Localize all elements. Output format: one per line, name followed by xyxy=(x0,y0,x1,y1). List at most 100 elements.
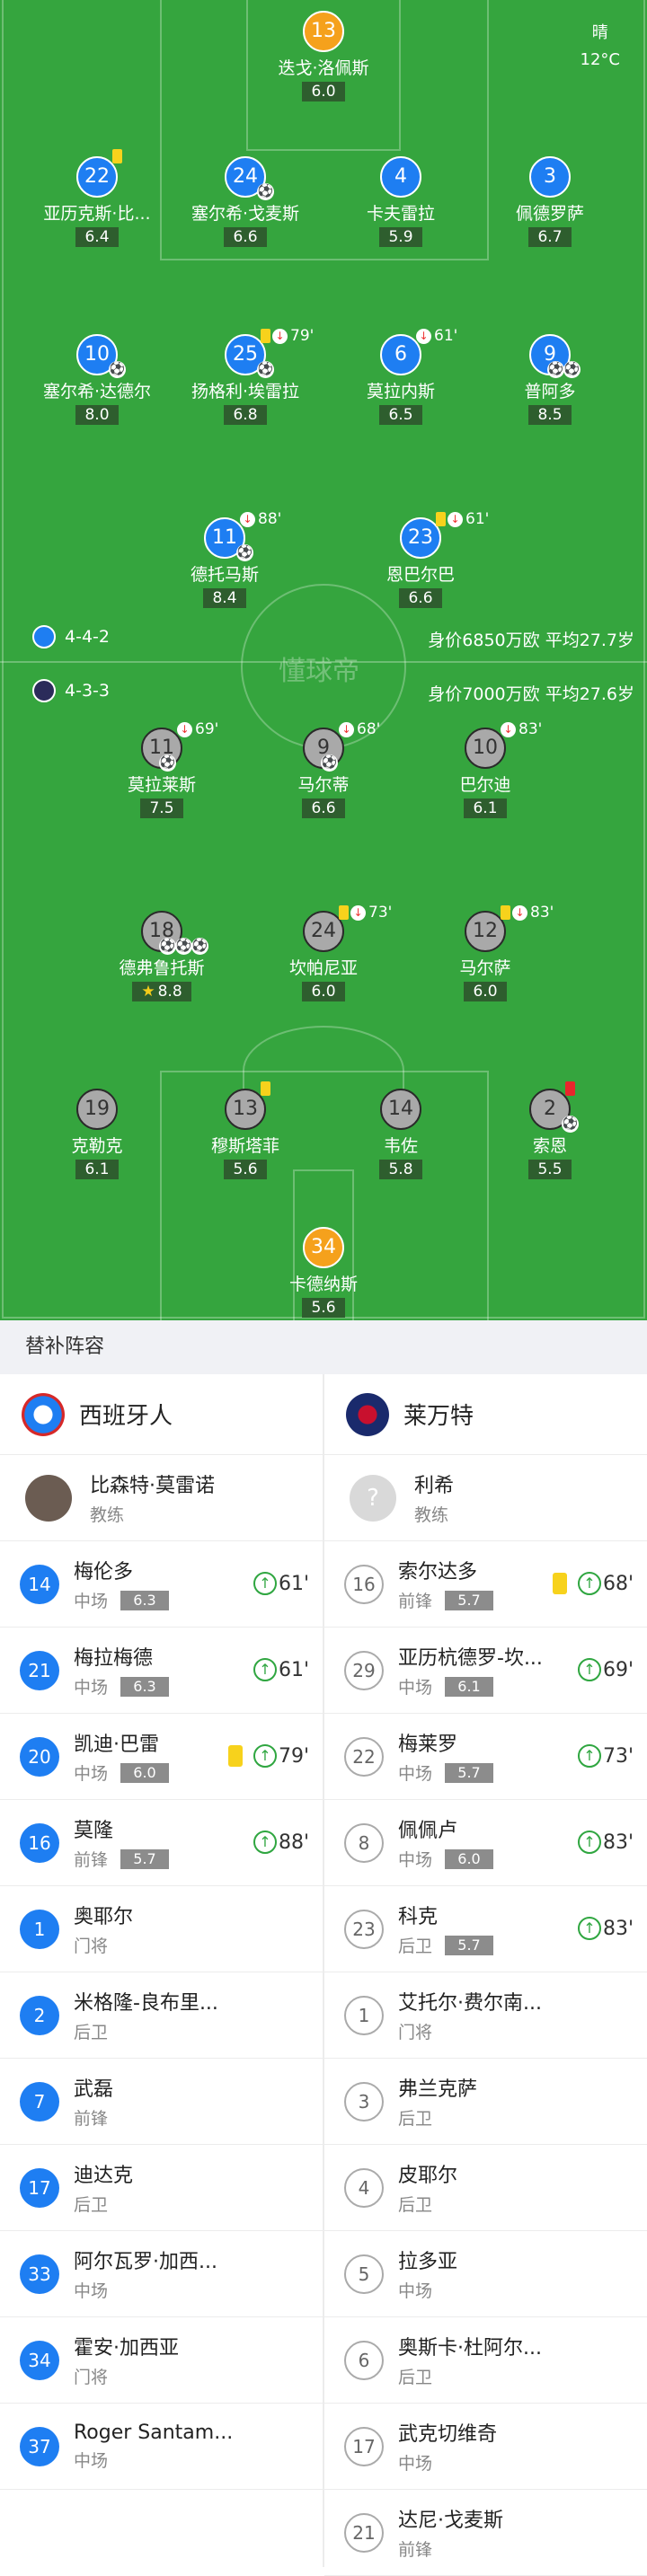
sub-player-row[interactable]: 23 科克 后卫 5.7 ↑ 83' xyxy=(324,1886,647,1972)
sub-player-row[interactable]: 6 奥斯卡·杜阿尔... 后卫 xyxy=(324,2317,647,2404)
position-line: 中场 6.0 xyxy=(74,1760,170,1785)
player-name: 莫隆 xyxy=(74,1820,114,1842)
team-name: 西班牙人 xyxy=(79,1403,173,1430)
position: 中场 xyxy=(74,2450,109,2471)
sub-player-row[interactable]: 5 拉多亚 中场 xyxy=(324,2231,647,2317)
player-name: 亚历杭德罗-坎... xyxy=(398,1647,543,1670)
player-name: 穆斯塔菲 xyxy=(210,1136,279,1156)
shirt-number: 21 xyxy=(344,2512,384,2553)
sub-player-row[interactable]: 7 武磊 前锋 xyxy=(0,2059,324,2145)
player-marker[interactable]: 24 ⚽ 塞尔希·戈麦斯 6.6 xyxy=(155,156,335,247)
sub-player-row[interactable]: 21 梅拉梅德 中场 6.3 ↑ 61' xyxy=(0,1628,324,1714)
player-marker[interactable]: 25 ↓ 79' ⚽ 扬格利·埃雷拉 6.8 xyxy=(155,327,335,425)
sub-on-indicator: ↑ 61' xyxy=(253,1572,309,1595)
sub-player-row[interactable]: 22 梅莱罗 中场 5.7 ↑ 73' xyxy=(324,1714,647,1800)
assist-icon: ⚽ xyxy=(191,938,208,955)
sub-player-row[interactable]: 16 索尔达多 前锋 5.7 ↑ 68' xyxy=(324,1541,647,1628)
away-sub-list: 16 索尔达多 前锋 5.7 ↑ 68' 29 亚历杭德罗-坎... 中场 6.1 ↑ 69' 22 梅莱… xyxy=(324,1541,647,2576)
position: 后卫 xyxy=(398,2368,433,2387)
sub-player-row[interactable]: 21 达尼·戈麦斯 前锋 xyxy=(324,2490,647,2576)
player-marker[interactable]: 24 ↓ 73' 坎帕尼亚 6.0 xyxy=(234,904,413,1001)
own-goal-icon: ⚽ xyxy=(562,1116,579,1133)
player-marker[interactable]: 34 卡德纳斯 5.6 xyxy=(234,1227,413,1318)
home-formation: 4-4-2 xyxy=(32,625,110,648)
sub-off-time: 73' xyxy=(368,904,393,922)
levante-logo-icon xyxy=(346,1392,389,1436)
player-marker[interactable]: 18 ⚽ ⚽ ⚽ 德弗鲁托斯 ★ 8.8 xyxy=(72,911,252,1001)
player-marker[interactable]: 2 ⚽ 索恩 5.5 xyxy=(460,1081,640,1179)
best-player-star-icon: ★ xyxy=(141,983,155,1001)
sub-player-row[interactable]: 17 武克切维奇 中场 xyxy=(324,2404,647,2490)
player-name: 奥斯卡·杜阿尔... xyxy=(398,2337,542,2360)
player-marker[interactable]: 11 ↓ 88' ⚽ 德托马斯 8.4 xyxy=(135,510,315,608)
sub-player-row[interactable]: 29 亚历杭德罗-坎... 中场 6.1 ↑ 69' xyxy=(324,1628,647,1714)
player-rating: 8.4 xyxy=(203,588,246,608)
player-rating: 5.9 xyxy=(379,227,422,247)
position: 后卫 xyxy=(398,1936,433,1956)
player-name: 拉多亚 xyxy=(398,2251,458,2273)
player-marker[interactable]: 12 ↓ 83' 马尔萨 6.0 xyxy=(395,904,575,1001)
player-marker[interactable]: 11 ↓ 69' ⚽ 莫拉莱斯 7.5 xyxy=(72,720,252,818)
player-marker[interactable]: 13 迭戈·洛佩斯 6.0 xyxy=(234,11,413,101)
player-name: 武克切维奇 xyxy=(398,2423,498,2446)
position-line: 中场 xyxy=(74,2448,233,2472)
shirt-number: 14 xyxy=(20,1564,59,1604)
sub-player-row[interactable]: 16 莫隆 前锋 5.7 ↑ 88' xyxy=(0,1800,324,1886)
player-marker[interactable]: 13 穆斯塔菲 5.6 xyxy=(155,1081,335,1179)
position: 前锋 xyxy=(398,1592,433,1611)
home-team-header[interactable]: 西班牙人 xyxy=(0,1374,324,1455)
sub-player-row[interactable]: 14 梅伦多 中场 6.3 ↑ 61' xyxy=(0,1541,324,1628)
player-marker[interactable]: 23 ↓ 61' 恩巴尔巴 6.6 xyxy=(331,510,510,608)
player-rating: 6.0 xyxy=(120,1762,170,1783)
subs-section: 西班牙人 比森特·莫雷诺 教练 14 梅伦多 中场 6.3 ↑ 61' 21 梅拉梅德 中场 6.… xyxy=(0,1374,647,2576)
position-line: 中场 6.3 xyxy=(74,1588,170,1612)
sub-on-arrow-icon: ↑ xyxy=(577,1831,601,1854)
player-name: 凯迪·巴雷 xyxy=(74,1734,159,1756)
sub-player-row[interactable]: 20 凯迪·巴雷 中场 6.0 ↑ 79' xyxy=(0,1714,324,1800)
shirt-number: 34 xyxy=(303,1227,344,1268)
shirt-number: 37 xyxy=(20,2426,59,2466)
sub-player-row[interactable]: 1 艾托尔·费尔南... 门将 xyxy=(324,1972,647,2059)
sub-player-row[interactable]: 3 弗兰克萨 后卫 xyxy=(324,2059,647,2145)
sub-on-indicator: ↑ 61' xyxy=(253,1658,309,1681)
position: 门将 xyxy=(74,2368,109,2387)
player-name: 普阿多 xyxy=(524,382,576,401)
assist-icon: ⚽ xyxy=(257,183,274,200)
sub-player-row[interactable]: 33 阿尔瓦罗·加西... 中场 xyxy=(0,2231,324,2317)
coach-row[interactable]: 比森特·莫雷诺 教练 xyxy=(0,1455,324,1541)
position: 前锋 xyxy=(398,2540,433,2560)
position: 中场 xyxy=(74,1764,109,1784)
sub-on-time: 88' xyxy=(278,1831,309,1854)
player-name: 梅莱罗 xyxy=(398,1734,458,1756)
position-line: 中场 6.3 xyxy=(74,1674,170,1698)
sub-player-row[interactable]: 2 米格隆-良布里... 后卫 xyxy=(0,1972,324,2059)
player-name: 巴尔迪 xyxy=(459,775,511,795)
sub-player-row[interactable]: 8 佩佩卢 中场 6.0 ↑ 83' xyxy=(324,1800,647,1886)
sub-on-indicator: ↑ 73' xyxy=(577,1744,634,1768)
sub-player-row[interactable]: 17 迪达克 后卫 xyxy=(0,2145,324,2231)
player-marker[interactable]: 9 ↓ 68' ⚽ 马尔蒂 6.6 xyxy=(234,720,413,818)
sub-player-row[interactable]: 1 奥耶尔 门将 xyxy=(0,1886,324,1972)
sub-on-arrow-icon: ↑ xyxy=(577,1572,601,1595)
coach-row[interactable]: ? 利希 教练 xyxy=(324,1455,647,1541)
sub-on-indicator: ↑ 69' xyxy=(577,1658,634,1681)
yellow-card-icon xyxy=(501,905,510,920)
sub-on-arrow-icon: ↑ xyxy=(577,1917,601,1940)
sub-on-time: 83' xyxy=(602,1831,634,1854)
sub-on-time: 73' xyxy=(602,1744,634,1768)
coach-avatar-placeholder-icon: ? xyxy=(350,1474,396,1522)
player-marker[interactable]: 10 ↓ 83' 巴尔迪 6.1 xyxy=(395,720,575,818)
sub-off-time: 69' xyxy=(195,720,219,738)
player-name: 索恩 xyxy=(532,1136,567,1156)
coach-role: 教练 xyxy=(414,1505,449,1525)
player-rating: 5.5 xyxy=(528,1160,572,1179)
player-marker[interactable]: 9 ⚽ ⚽ 普阿多 8.5 xyxy=(460,334,640,425)
position-line: 后卫 5.7 xyxy=(398,1933,494,1957)
sub-on-arrow-icon: ↑ xyxy=(253,1572,277,1595)
away-team-header[interactable]: 莱万特 xyxy=(324,1374,647,1455)
sub-player-row[interactable]: 34 霍安·加西亚 门将 xyxy=(0,2317,324,2404)
goal-ball-icon: ⚽ xyxy=(159,754,176,772)
sub-player-row[interactable]: 4 皮耶尔 后卫 xyxy=(324,2145,647,2231)
player-marker[interactable]: 3 佩德罗萨 6.7 xyxy=(460,156,640,247)
sub-player-row[interactable]: 37 Roger Santam... 中场 xyxy=(0,2404,324,2490)
